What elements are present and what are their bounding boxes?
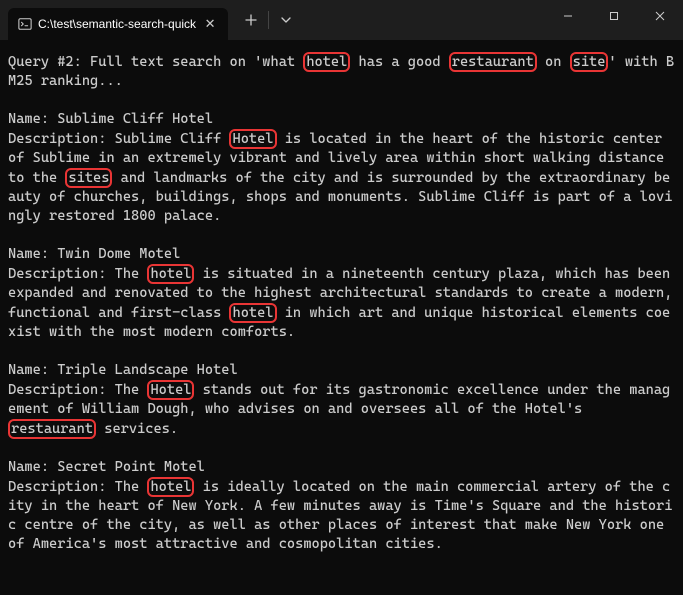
tab-dropdown-button[interactable]	[273, 7, 299, 33]
highlight-term: hotel	[303, 52, 350, 72]
tabbar-controls	[238, 0, 299, 40]
maximize-button[interactable]	[591, 0, 637, 32]
terminal-output: Query #2: Full text search on 'what hote…	[0, 40, 683, 562]
highlight-term: hotel	[147, 477, 194, 497]
query-line: Query #2: Full text search on 'what hote…	[8, 52, 675, 91]
tab-close-button[interactable]: ✕	[202, 16, 218, 32]
highlight-term: restaurant	[449, 52, 537, 72]
close-button[interactable]	[637, 0, 683, 32]
window-controls	[545, 0, 683, 32]
titlebar: C:\test\semantic-search-quick ✕	[0, 0, 683, 40]
result-description: Description: The hotel is situated in a …	[8, 264, 675, 342]
highlight-term: Hotel	[229, 129, 276, 149]
result-block: Name: Sublime Cliff HotelDescription: Su…	[8, 110, 675, 226]
highlight-term: restaurant	[8, 419, 96, 439]
new-tab-button[interactable]	[238, 7, 264, 33]
query-text: Query #2: Full text search on 'what	[8, 54, 303, 70]
highlight-term: Hotel	[147, 380, 194, 400]
result-block: Name: Triple Landscape HotelDescription:…	[8, 361, 675, 439]
highlight-term: hotel	[229, 303, 276, 323]
result-name-line: Name: Sublime Cliff Hotel	[8, 110, 675, 129]
minimize-button[interactable]	[545, 0, 591, 32]
result-block: Name: Secret Point MotelDescription: The…	[8, 458, 675, 554]
terminal-icon	[18, 17, 32, 31]
result-description: Description: Sublime Cliff Hotel is loca…	[8, 129, 675, 226]
result-description: Description: The Hotel stands out for it…	[8, 380, 675, 439]
result-block: Name: Twin Dome MotelDescription: The ho…	[8, 245, 675, 342]
divider	[268, 11, 269, 29]
result-name-line: Name: Secret Point Motel	[8, 458, 675, 477]
tab-title: C:\test\semantic-search-quick	[38, 17, 196, 31]
result-name-line: Name: Triple Landscape Hotel	[8, 361, 675, 380]
active-tab[interactable]: C:\test\semantic-search-quick ✕	[8, 8, 228, 40]
result-description: Description: The hotel is ideally locate…	[8, 477, 675, 554]
result-name-line: Name: Twin Dome Motel	[8, 245, 675, 264]
highlight-term: hotel	[147, 264, 194, 284]
highlight-term: site	[570, 52, 609, 72]
highlight-term: sites	[65, 168, 112, 188]
